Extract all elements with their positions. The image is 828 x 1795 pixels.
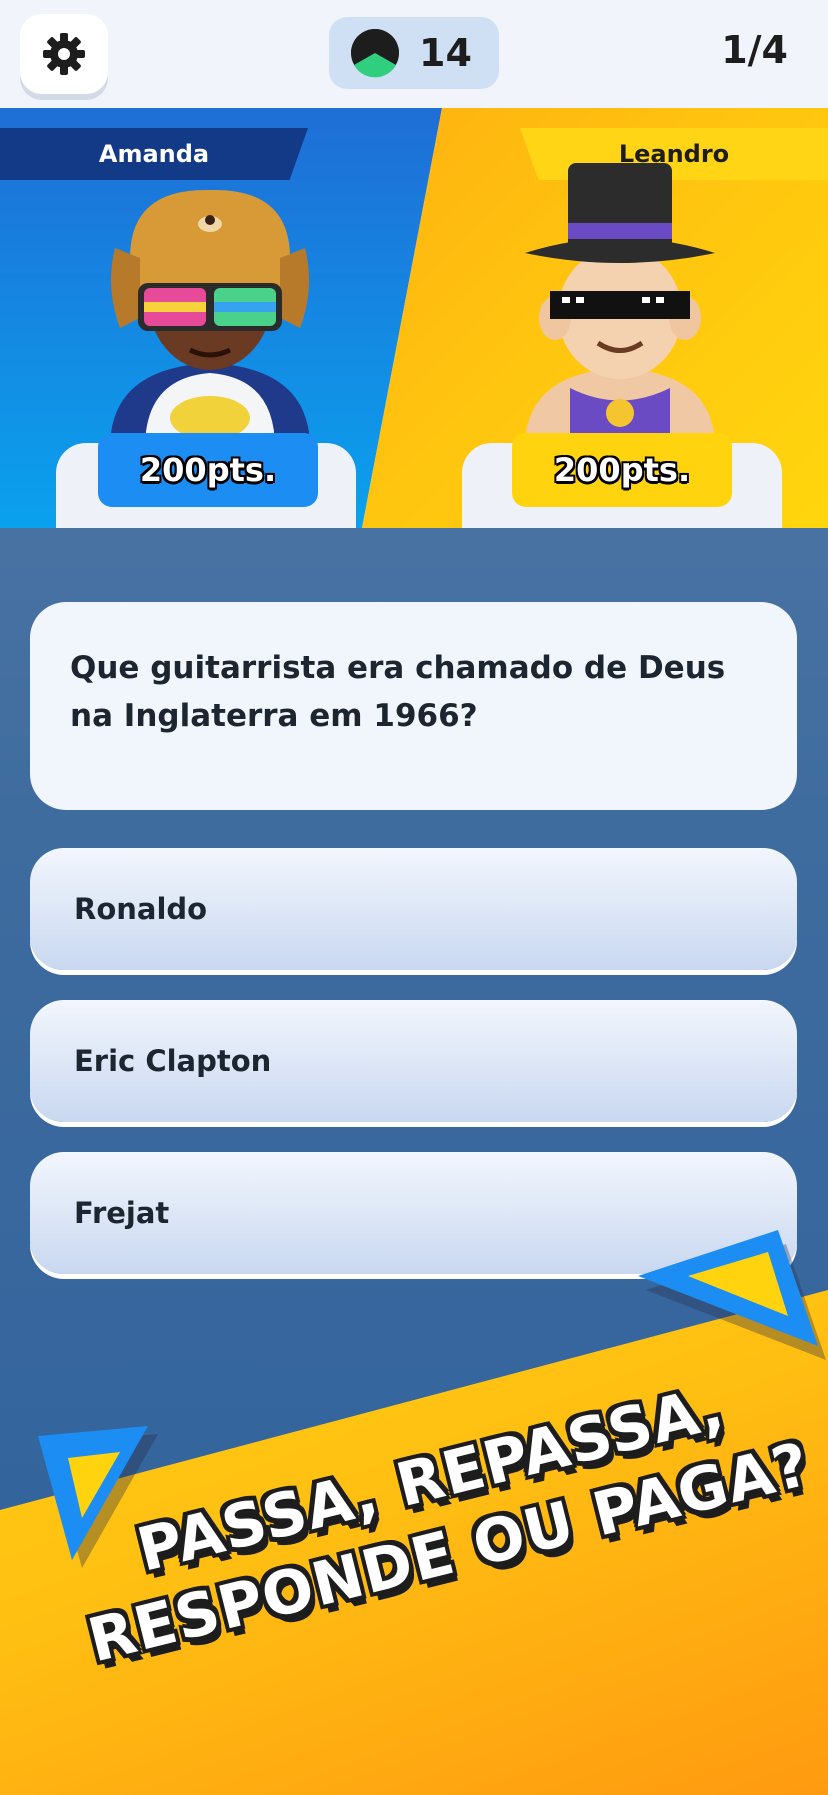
top-bar: 14 1/4 — [0, 0, 828, 108]
player1-avatar — [110, 189, 310, 448]
answer-label: Eric Clapton — [74, 1044, 272, 1078]
round-counter: 1/4 — [721, 28, 788, 72]
timer: 14 — [329, 17, 499, 89]
player1-points: 200pts. — [98, 433, 318, 507]
answer-label: Ronaldo — [74, 892, 208, 926]
pie-timer-icon — [351, 29, 399, 78]
answer-label: Frejat — [74, 1196, 170, 1230]
gear-icon — [43, 33, 85, 75]
player2-avatar — [525, 163, 715, 448]
question-card: Que guitarrista era chamado de Deus na I… — [30, 602, 797, 810]
answer-option-1[interactable]: Ronaldo — [30, 848, 797, 970]
answer-option-2[interactable]: Eric Clapton — [30, 1000, 797, 1122]
timer-count: 14 — [419, 31, 472, 75]
triangle-logo-icon — [638, 1230, 826, 1360]
player2-points: 200pts. — [512, 433, 732, 507]
settings-button[interactable] — [20, 14, 108, 94]
player1-name: Amanda — [0, 128, 308, 180]
question-text: Que guitarrista era chamado de Deus na I… — [70, 650, 726, 734]
players-panel: Amanda Leandro 200pts. 200pts. — [0, 108, 828, 528]
